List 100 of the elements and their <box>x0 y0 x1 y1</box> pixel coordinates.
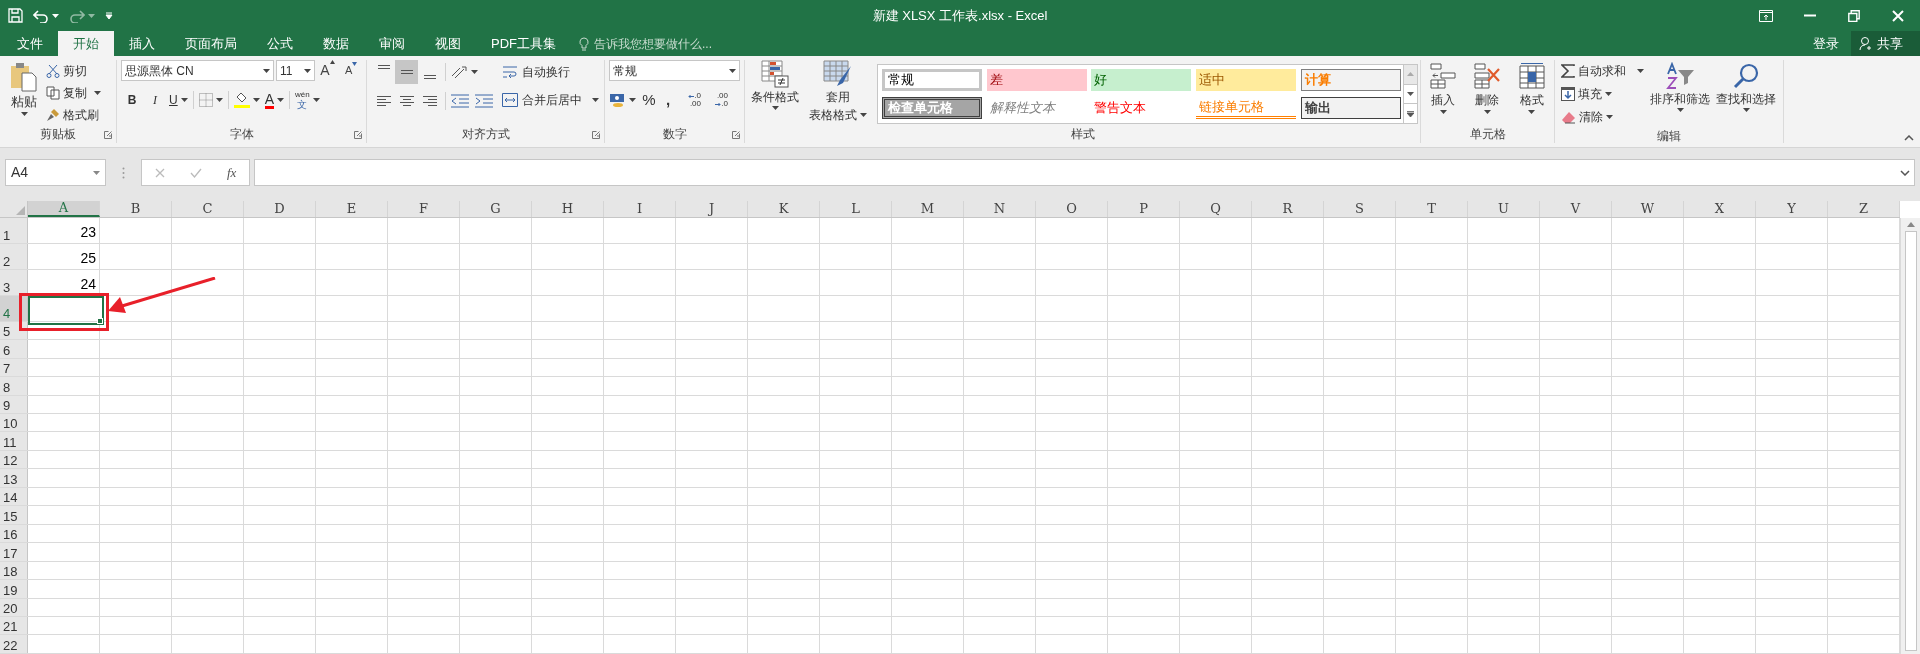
column-header[interactable]: D <box>244 201 316 217</box>
dialog-launcher-icon[interactable] <box>354 131 362 139</box>
row-header[interactable]: 17 <box>0 543 28 561</box>
share-button[interactable]: 共享 <box>1851 31 1920 56</box>
column-header[interactable]: R <box>1252 201 1324 217</box>
table-cell[interactable]: 25 <box>28 243 100 269</box>
dialog-launcher-icon[interactable] <box>592 131 600 139</box>
column-header[interactable]: N <box>964 201 1036 217</box>
ribbon-tab[interactable]: 公式 <box>252 31 308 56</box>
column-header[interactable]: L <box>820 201 892 217</box>
column-header[interactable]: H <box>532 201 604 217</box>
redo-icon[interactable] <box>69 8 85 23</box>
font-size-dropdown[interactable]: 11 <box>276 60 315 81</box>
column-header[interactable]: K <box>748 201 820 217</box>
conditional-format-button[interactable]: 条件格式 <box>747 60 804 125</box>
row-header[interactable]: 1 <box>0 218 28 243</box>
column-header[interactable]: V <box>1540 201 1612 217</box>
column-header[interactable]: S <box>1324 201 1396 217</box>
wrap-text-button[interactable]: 自动换行 <box>502 62 599 82</box>
column-header[interactable]: U <box>1468 201 1540 217</box>
table-cell[interactable]: 24 <box>28 269 100 295</box>
underline-button[interactable]: U <box>169 89 188 111</box>
merge-center-button[interactable]: 合并后居中 <box>502 90 599 110</box>
column-header[interactable]: F <box>388 201 460 217</box>
align-button[interactable] <box>395 60 418 84</box>
undo-icon[interactable] <box>33 8 49 23</box>
fill-button[interactable]: 填充 <box>1561 84 1644 104</box>
row-header[interactable]: 8 <box>0 377 28 395</box>
more-icon[interactable] <box>1407 110 1415 117</box>
column-header[interactable]: T <box>1396 201 1468 217</box>
ribbon-tab[interactable]: 数据 <box>308 31 364 56</box>
row-header[interactable]: 15 <box>0 506 28 524</box>
column-header[interactable]: C <box>172 201 244 217</box>
column-header[interactable]: O <box>1036 201 1108 217</box>
format-painter-button[interactable]: 格式刷 <box>46 105 101 125</box>
column-header[interactable]: E <box>316 201 388 217</box>
column-header[interactable]: M <box>892 201 964 217</box>
italic-button[interactable]: I <box>146 89 164 111</box>
paste-button[interactable]: 粘贴 <box>6 60 42 125</box>
column-header[interactable]: Y <box>1756 201 1828 217</box>
restore-icon[interactable] <box>1848 9 1860 22</box>
cell-style[interactable]: 好 <box>1091 69 1192 91</box>
orientation-icon[interactable] <box>450 64 468 80</box>
cell-command-button[interactable]: 删除 <box>1467 62 1508 125</box>
phonetic-button[interactable]: wén 文 <box>295 87 320 113</box>
table-cell[interactable] <box>28 295 104 325</box>
expand-icon[interactable] <box>1900 169 1910 176</box>
column-header[interactable]: P <box>1108 201 1180 217</box>
customize-icon[interactable] <box>105 11 113 20</box>
row-header[interactable]: 11 <box>0 432 28 450</box>
column-header[interactable]: I <box>604 201 676 217</box>
cell-command-button[interactable]: 插入 <box>1423 62 1464 125</box>
scroll-up-icon[interactable] <box>1906 222 1915 227</box>
comma-button[interactable]: , <box>662 89 674 112</box>
cell-command-button[interactable]: 格式 <box>1511 62 1552 125</box>
check-icon[interactable] <box>189 167 202 178</box>
cell-style[interactable]: 适中 <box>1196 69 1297 91</box>
grow-font-button[interactable]: A <box>316 60 339 81</box>
font-name-dropdown[interactable]: 思源黑体 CN <box>121 60 274 81</box>
formula-input[interactable] <box>254 159 1915 186</box>
fill-handle[interactable] <box>97 317 103 324</box>
column-header[interactable]: W <box>1612 201 1684 217</box>
row-header[interactable]: 19 <box>0 580 28 598</box>
save-icon[interactable] <box>8 8 23 23</box>
row-header[interactable]: 3 <box>0 269 28 295</box>
column-header[interactable]: J <box>676 201 748 217</box>
sort-filter-button[interactable]: 排序和筛选 <box>1650 60 1710 127</box>
format-as-table-button[interactable]: 套用 表格格式 <box>805 60 871 125</box>
autosum-button[interactable]: 自动求和 <box>1561 61 1644 81</box>
column-header[interactable]: Z <box>1828 201 1900 217</box>
dialog-launcher-icon[interactable] <box>104 131 112 139</box>
column-header[interactable]: Q <box>1180 201 1252 217</box>
column-header[interactable]: X <box>1684 201 1756 217</box>
fill-color-icon[interactable] <box>233 92 250 108</box>
ribbon-display-icon[interactable] <box>1759 9 1773 22</box>
ribbon-tab[interactable]: 页面布局 <box>170 31 252 56</box>
row-header[interactable]: 22 <box>0 635 28 653</box>
ribbon-tab[interactable]: 插入 <box>114 31 170 56</box>
row-header[interactable]: 2 <box>0 243 28 269</box>
column-header[interactable]: G <box>460 201 532 217</box>
column-header[interactable]: A <box>28 201 100 217</box>
name-box[interactable]: A4 <box>5 159 106 186</box>
ribbon-tab[interactable]: 视图 <box>420 31 476 56</box>
clear-button[interactable]: 清除 <box>1561 107 1644 127</box>
scroll-thumb[interactable] <box>1904 231 1917 651</box>
bold-button[interactable]: B <box>123 89 141 111</box>
scroll-down-icon[interactable] <box>1407 92 1415 96</box>
insert-function-button[interactable]: fx <box>227 162 237 183</box>
cell-style[interactable]: 输出 <box>1301 97 1402 119</box>
tell-me-field[interactable]: 告诉我您想要做什么... <box>571 31 712 56</box>
font-color-button[interactable]: A <box>264 89 284 111</box>
cell-style[interactable]: 常规 <box>881 69 982 91</box>
column-header[interactable]: B <box>100 201 172 217</box>
currency-icon[interactable] <box>609 92 627 109</box>
row-header[interactable]: 21 <box>0 617 28 635</box>
copy-button[interactable]: 复制 <box>46 83 101 103</box>
collapse-ribbon-icon[interactable] <box>1904 135 1914 141</box>
increase-decimal-button[interactable]: .0 .00 <box>679 92 701 109</box>
shrink-font-button[interactable]: A <box>340 60 362 81</box>
vertical-scrollbar[interactable] <box>1900 218 1920 654</box>
